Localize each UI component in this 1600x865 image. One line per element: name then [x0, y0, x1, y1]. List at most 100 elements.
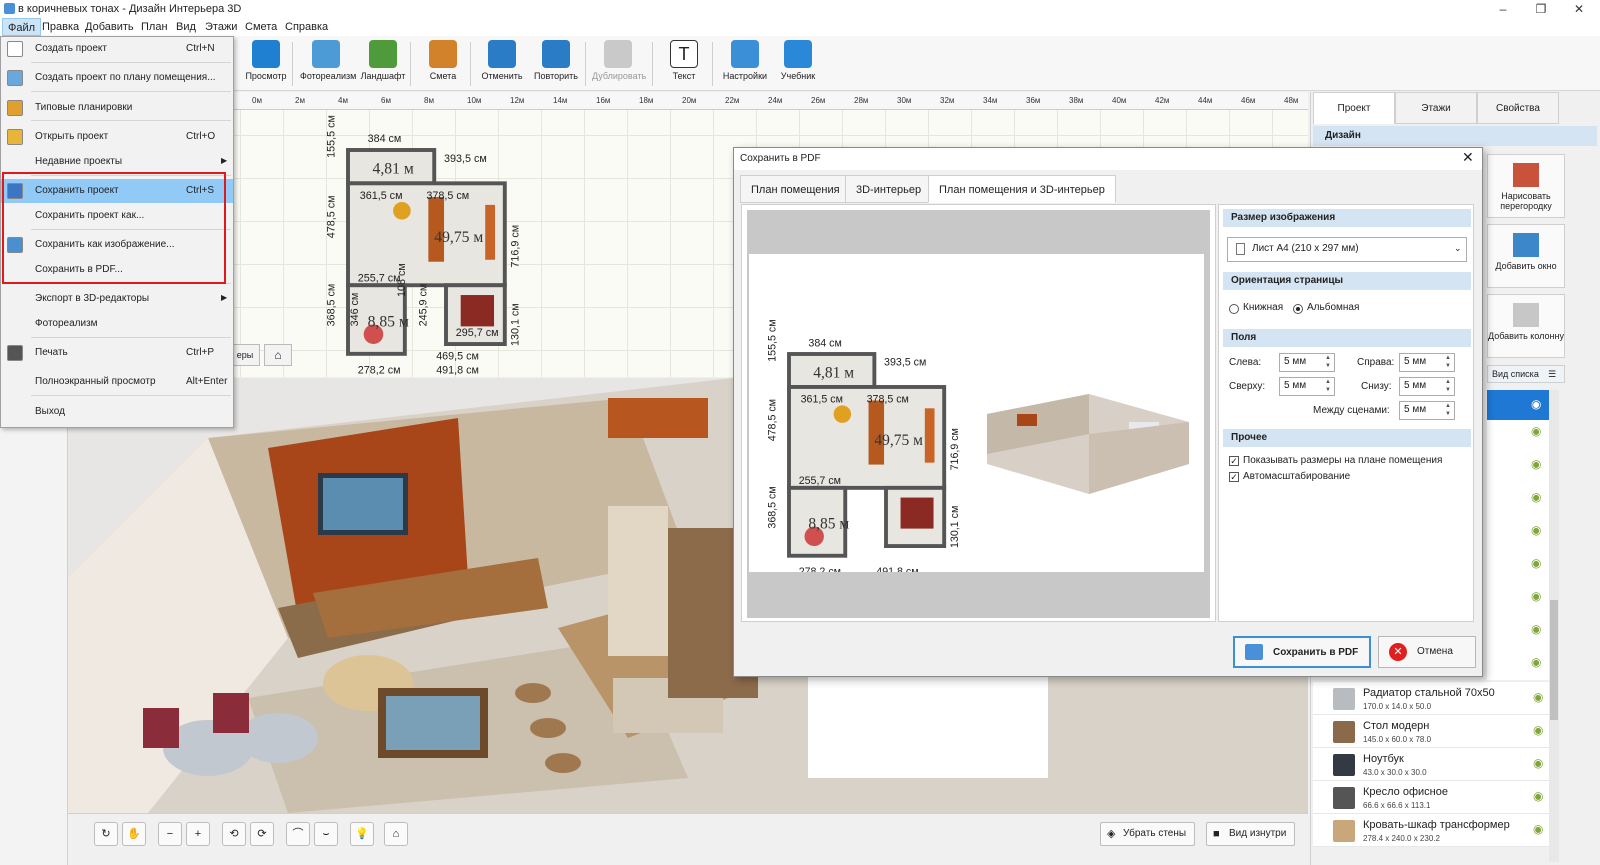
toolbar-text-button[interactable]: T Текст	[658, 40, 710, 88]
eye-icon[interactable]: ◉	[1531, 490, 1541, 504]
eye-icon[interactable]: ◉	[1533, 690, 1543, 704]
file-menu-item-1[interactable]: Создать проект Ctrl+N	[1, 37, 233, 61]
eye-icon[interactable]: ◉	[1531, 424, 1541, 438]
list-item[interactable]: Стол модерн 145.0 x 60.0 x 78.0 ◉	[1313, 715, 1557, 748]
margin-top-input[interactable]: 5 мм ▲ ▼	[1279, 377, 1335, 396]
ruler-tick: 48м	[1284, 96, 1299, 105]
menu-plan[interactable]: План	[136, 18, 173, 36]
toolbar-monitor-button[interactable]: Просмотр	[240, 40, 292, 88]
rotate-left-icon[interactable]: ⟲	[222, 822, 246, 846]
list-view-button[interactable]: Вид списка ☰	[1487, 365, 1565, 383]
radio-portrait[interactable]	[1229, 304, 1239, 314]
file-menu-item-12[interactable]: Печать Ctrl+P	[1, 341, 233, 365]
list-item[interactable]: Ноутбук 43.0 x 30.0 x 30.0 ◉	[1313, 748, 1557, 781]
margin-right-input[interactable]: 5 мм ▲ ▼	[1399, 353, 1455, 372]
toolbar-help-button[interactable]: Учебник	[772, 40, 824, 88]
rotate-right-icon[interactable]: ⟳	[250, 822, 274, 846]
tab-3d-interior[interactable]: 3D-интерьер	[845, 175, 933, 203]
menu-file[interactable]: Файл	[2, 18, 42, 36]
eye-icon[interactable]: ◉	[1531, 589, 1541, 603]
plan-table	[393, 201, 411, 220]
floors-button[interactable]: еры	[230, 344, 260, 366]
eye-icon[interactable]: ◉	[1533, 756, 1543, 770]
file-menu-label: Экспорт в 3D-редакторы	[35, 293, 150, 304]
eye-icon[interactable]: ◉	[1531, 523, 1541, 537]
close-window-button[interactable]: ✕	[1564, 0, 1594, 18]
eye-icon[interactable]: ◉	[1533, 789, 1543, 803]
tilt-down-icon[interactable]: ⌣	[314, 822, 338, 846]
toolbar-gear-button[interactable]: Настройки	[719, 40, 771, 88]
file-menu-item-11[interactable]: Фотореализм	[1, 312, 233, 336]
toolbar-tree-button[interactable]: Ландшафт	[357, 40, 409, 88]
list-scrollbar[interactable]	[1549, 390, 1559, 862]
rotate-360-icon[interactable]: ↻	[94, 822, 118, 846]
eye-icon[interactable]: ◉	[1531, 622, 1541, 636]
menu-edit[interactable]: Правка	[37, 18, 84, 36]
cancel-button[interactable]: ✕ Отмена	[1378, 636, 1476, 668]
menu-add[interactable]: Добавить	[80, 18, 139, 36]
eye-icon[interactable]: ◉	[1531, 397, 1541, 411]
file-menu-item-10[interactable]: Экспорт в 3D-редакторы ▶	[1, 287, 233, 311]
autoscale-checkbox[interactable]: ✓	[1229, 472, 1239, 482]
plan-cabinet	[485, 204, 495, 260]
eye-icon[interactable]: ◉	[1531, 457, 1541, 471]
minimize-button[interactable]: –	[1488, 0, 1518, 18]
tree-icon	[369, 40, 397, 68]
margin-left-input[interactable]: 5 мм ▲ ▼	[1279, 353, 1335, 372]
inside-view-button[interactable]: ■ Вид изнутри	[1206, 822, 1296, 846]
tilt-up-icon[interactable]: ⌒	[286, 822, 310, 846]
zoom-out-icon[interactable]: −	[158, 822, 182, 846]
eye-icon[interactable]: ◉	[1531, 556, 1541, 570]
file-menu-item-2[interactable]: Создать проект по плану помещения...	[1, 66, 233, 90]
eye-icon[interactable]: ◉	[1533, 822, 1543, 836]
other-header: Прочее	[1223, 429, 1471, 447]
tab-properties[interactable]: Свойства	[1477, 92, 1559, 124]
plan-dimension-label: 491,8 см	[436, 364, 479, 376]
page-size-select[interactable]: Лист А4 (210 x 297 мм) ⌄	[1227, 237, 1467, 262]
hide-walls-button[interactable]: ◈ Убрать стены	[1100, 822, 1196, 846]
toolbar-redo-button[interactable]: Повторить	[530, 40, 582, 88]
menu-estimate[interactable]: Смета	[240, 18, 282, 36]
toolbar-photo-button[interactable]: Фотореализм	[300, 40, 356, 88]
tab-project[interactable]: Проект	[1313, 92, 1395, 124]
toolbar-estimate-button[interactable]: Смета	[417, 40, 469, 88]
home-view-icon[interactable]: ⌂	[384, 822, 408, 846]
file-menu-item-4[interactable]: Открыть проект Ctrl+O	[1, 125, 233, 149]
pdf-preview-drawing: 384 см 393,5 см 155,5 см 478,5 см 716,9 см 36…	[766, 319, 1189, 578]
list-item[interactable]: Кресло офисное 66.6 x 66.6 x 113.1 ◉	[1313, 781, 1557, 814]
home-icon[interactable]: ⌂	[264, 344, 292, 366]
light-bulb-icon[interactable]: 💡	[350, 822, 374, 846]
menu-help[interactable]: Справка	[280, 18, 333, 36]
toolbar-undo-button[interactable]: Отменить	[476, 40, 528, 88]
selected-list-item[interactable]: ◉	[1487, 390, 1549, 420]
file-menu-item-14[interactable]: Выход	[1, 400, 233, 424]
list-item[interactable]: Кровать-шкаф трансформер 278.4 x 240.0 x …	[1313, 814, 1557, 847]
save-pdf-button[interactable]: Сохранить в PDF	[1233, 636, 1371, 668]
plan-dimension-label: 384 см	[368, 133, 402, 145]
tab-room-plan[interactable]: План помещения	[740, 175, 851, 203]
file-menu-item-5[interactable]: Недавние проекты ▶	[1, 150, 233, 174]
radio-landscape[interactable]	[1293, 304, 1303, 314]
toolbar-duplicate-button[interactable]: Дублировать	[592, 40, 646, 88]
draw-partition-button[interactable]: Нарисовать перегородку	[1487, 154, 1565, 218]
file-menu-item-3[interactable]: Типовые планировки	[1, 96, 233, 120]
add-column-button[interactable]: Добавить колонну	[1487, 294, 1565, 358]
add-window-button[interactable]: Добавить окно	[1487, 224, 1565, 288]
margin-bottom-input[interactable]: 5 мм ▲ ▼	[1399, 377, 1455, 396]
list-item[interactable]: Радиатор стальной 70х50 170.0 x 14.0 x 50…	[1313, 682, 1557, 715]
between-scenes-input[interactable]: 5 мм ▲ ▼	[1399, 401, 1455, 420]
hand-pan-icon[interactable]: ✋	[122, 822, 146, 846]
toolbar-label: Настройки	[722, 71, 768, 81]
show-dims-checkbox[interactable]: ✓	[1229, 456, 1239, 466]
eye-icon[interactable]: ◉	[1533, 723, 1543, 737]
maximize-button[interactable]: ❐	[1526, 0, 1556, 18]
tab-floors[interactable]: Этажи	[1395, 92, 1477, 124]
file-menu-item-13[interactable]: Полноэкранный просмотр Alt+Enter	[1, 370, 233, 394]
ruler-tick: 22м	[725, 96, 740, 105]
dialog-close-icon[interactable]: ✕	[1462, 149, 1474, 166]
menu-floors[interactable]: Этажи	[200, 18, 242, 36]
eye-icon[interactable]: ◉	[1531, 655, 1541, 669]
zoom-in-icon[interactable]: +	[186, 822, 210, 846]
menu-view[interactable]: Вид	[171, 18, 201, 36]
tab-plan-and-3d[interactable]: План помещения и 3D-интерьер	[928, 175, 1116, 203]
